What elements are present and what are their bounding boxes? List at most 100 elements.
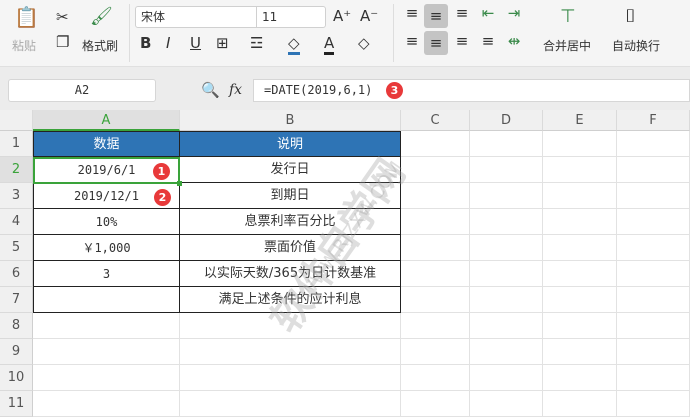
cell[interactable]	[470, 287, 543, 313]
cell[interactable]	[470, 261, 543, 287]
wrap-text-icon[interactable]: ⌷	[625, 8, 636, 26]
align-center-icon[interactable]: ≡	[424, 31, 448, 55]
cell[interactable]	[617, 365, 690, 391]
table-cell[interactable]: 息票利率百分比	[180, 209, 401, 235]
cell[interactable]	[401, 287, 470, 313]
cell[interactable]	[401, 365, 470, 391]
zoom-function-icon[interactable]: 🔍	[201, 81, 220, 99]
format-painter-button[interactable]: 格式刷	[82, 37, 118, 54]
cell[interactable]	[470, 183, 543, 209]
distributed-icon[interactable]: ⇹	[504, 32, 524, 50]
cell[interactable]	[543, 235, 617, 261]
row-header-6[interactable]: 6	[0, 261, 33, 287]
increase-font-icon[interactable]: A⁺	[333, 7, 351, 25]
cell[interactable]	[33, 339, 180, 365]
cell[interactable]	[617, 131, 690, 157]
cell[interactable]	[543, 287, 617, 313]
table-cell[interactable]: 以实际天数/365为日计数基准	[180, 261, 401, 287]
row-header-7[interactable]: 7	[0, 287, 33, 313]
clear-icon[interactable]: ◇	[358, 34, 370, 52]
align-top-icon[interactable]: ≡	[402, 4, 422, 22]
font-color-icon[interactable]: A	[324, 34, 335, 55]
cell[interactable]	[470, 235, 543, 261]
table-cell[interactable]: 满足上述条件的应计利息	[180, 287, 401, 313]
cell[interactable]	[401, 313, 470, 339]
table-cell[interactable]: 发行日	[180, 157, 401, 183]
cell[interactable]	[33, 391, 180, 417]
cell[interactable]	[470, 339, 543, 365]
cell[interactable]	[401, 235, 470, 261]
table-cell[interactable]: ￥1,000	[33, 235, 180, 261]
row-header-1[interactable]: 1	[0, 131, 33, 157]
cell[interactable]	[401, 209, 470, 235]
row-header-8[interactable]: 8	[0, 313, 33, 339]
cell[interactable]	[543, 209, 617, 235]
underline-icon[interactable]: U	[190, 34, 201, 52]
cell[interactable]	[401, 183, 470, 209]
select-all[interactable]	[0, 110, 33, 131]
cell[interactable]	[470, 209, 543, 235]
col-header-B[interactable]: B	[180, 110, 401, 131]
merge-center-icon[interactable]: ⊤	[560, 8, 576, 26]
table-cell[interactable]: 到期日	[180, 183, 401, 209]
cell[interactable]	[617, 313, 690, 339]
wrap-text-button[interactable]: 自动换行	[612, 37, 660, 54]
cell[interactable]	[543, 313, 617, 339]
formula-input[interactable]: =DATE(2019,6,1)	[253, 79, 690, 102]
cell[interactable]	[401, 261, 470, 287]
fx-icon[interactable]: fx	[229, 82, 242, 98]
border-icon[interactable]: ⊞	[216, 34, 229, 52]
cell[interactable]	[401, 131, 470, 157]
cell[interactable]	[617, 339, 690, 365]
paste-button[interactable]: 粘贴	[12, 37, 36, 54]
increase-indent-icon[interactable]: ⇥	[504, 4, 524, 22]
align-middle-icon[interactable]: ≡	[424, 4, 448, 28]
cell[interactable]	[617, 261, 690, 287]
cell[interactable]	[180, 313, 401, 339]
cell[interactable]	[617, 183, 690, 209]
align-right-icon[interactable]: ≡	[452, 32, 472, 50]
col-header-C[interactable]: C	[401, 110, 470, 131]
cell[interactable]	[617, 287, 690, 313]
cell[interactable]	[180, 365, 401, 391]
row-header-9[interactable]: 9	[0, 339, 33, 365]
cell[interactable]	[470, 131, 543, 157]
table-header-cell[interactable]: 数据	[33, 131, 180, 157]
paste-icon[interactable]: 📋	[14, 7, 39, 27]
fill-handle[interactable]	[177, 181, 182, 186]
col-header-E[interactable]: E	[543, 110, 617, 131]
font-size-select[interactable]: 11	[256, 6, 326, 28]
cell[interactable]	[617, 209, 690, 235]
italic-icon[interactable]: I	[166, 34, 170, 52]
merge-center-button[interactable]: 合并居中	[543, 37, 591, 54]
cell[interactable]	[543, 131, 617, 157]
col-header-F[interactable]: F	[617, 110, 690, 131]
cell[interactable]	[33, 365, 180, 391]
cell[interactable]	[470, 365, 543, 391]
bold-icon[interactable]: B	[140, 34, 151, 52]
cell[interactable]	[543, 365, 617, 391]
table-cell[interactable]: 票面价值	[180, 235, 401, 261]
row-header-11[interactable]: 11	[0, 391, 33, 417]
col-header-A[interactable]: A	[33, 110, 180, 131]
cell[interactable]	[470, 157, 543, 183]
decrease-indent-icon[interactable]: ⇤	[478, 4, 498, 22]
cell[interactable]	[401, 391, 470, 417]
conditional-format-icon[interactable]: ☲	[250, 34, 263, 52]
decrease-font-icon[interactable]: A⁻	[360, 7, 378, 25]
table-header-cell[interactable]: 说明	[180, 131, 401, 157]
row-header-10[interactable]: 10	[0, 365, 33, 391]
fill-color-icon[interactable]: ◇	[288, 34, 300, 55]
table-cell[interactable]: 3	[33, 261, 180, 287]
copy-icon[interactable]: ❐	[56, 33, 69, 51]
align-bottom-icon[interactable]: ≡	[452, 4, 472, 22]
cell[interactable]	[180, 391, 401, 417]
cell[interactable]	[543, 183, 617, 209]
cell[interactable]	[470, 391, 543, 417]
col-header-D[interactable]: D	[470, 110, 543, 131]
cell[interactable]	[617, 391, 690, 417]
table-cell[interactable]	[33, 287, 180, 313]
cell[interactable]	[401, 339, 470, 365]
table-cell[interactable]: 10%	[33, 209, 180, 235]
cell[interactable]	[543, 391, 617, 417]
